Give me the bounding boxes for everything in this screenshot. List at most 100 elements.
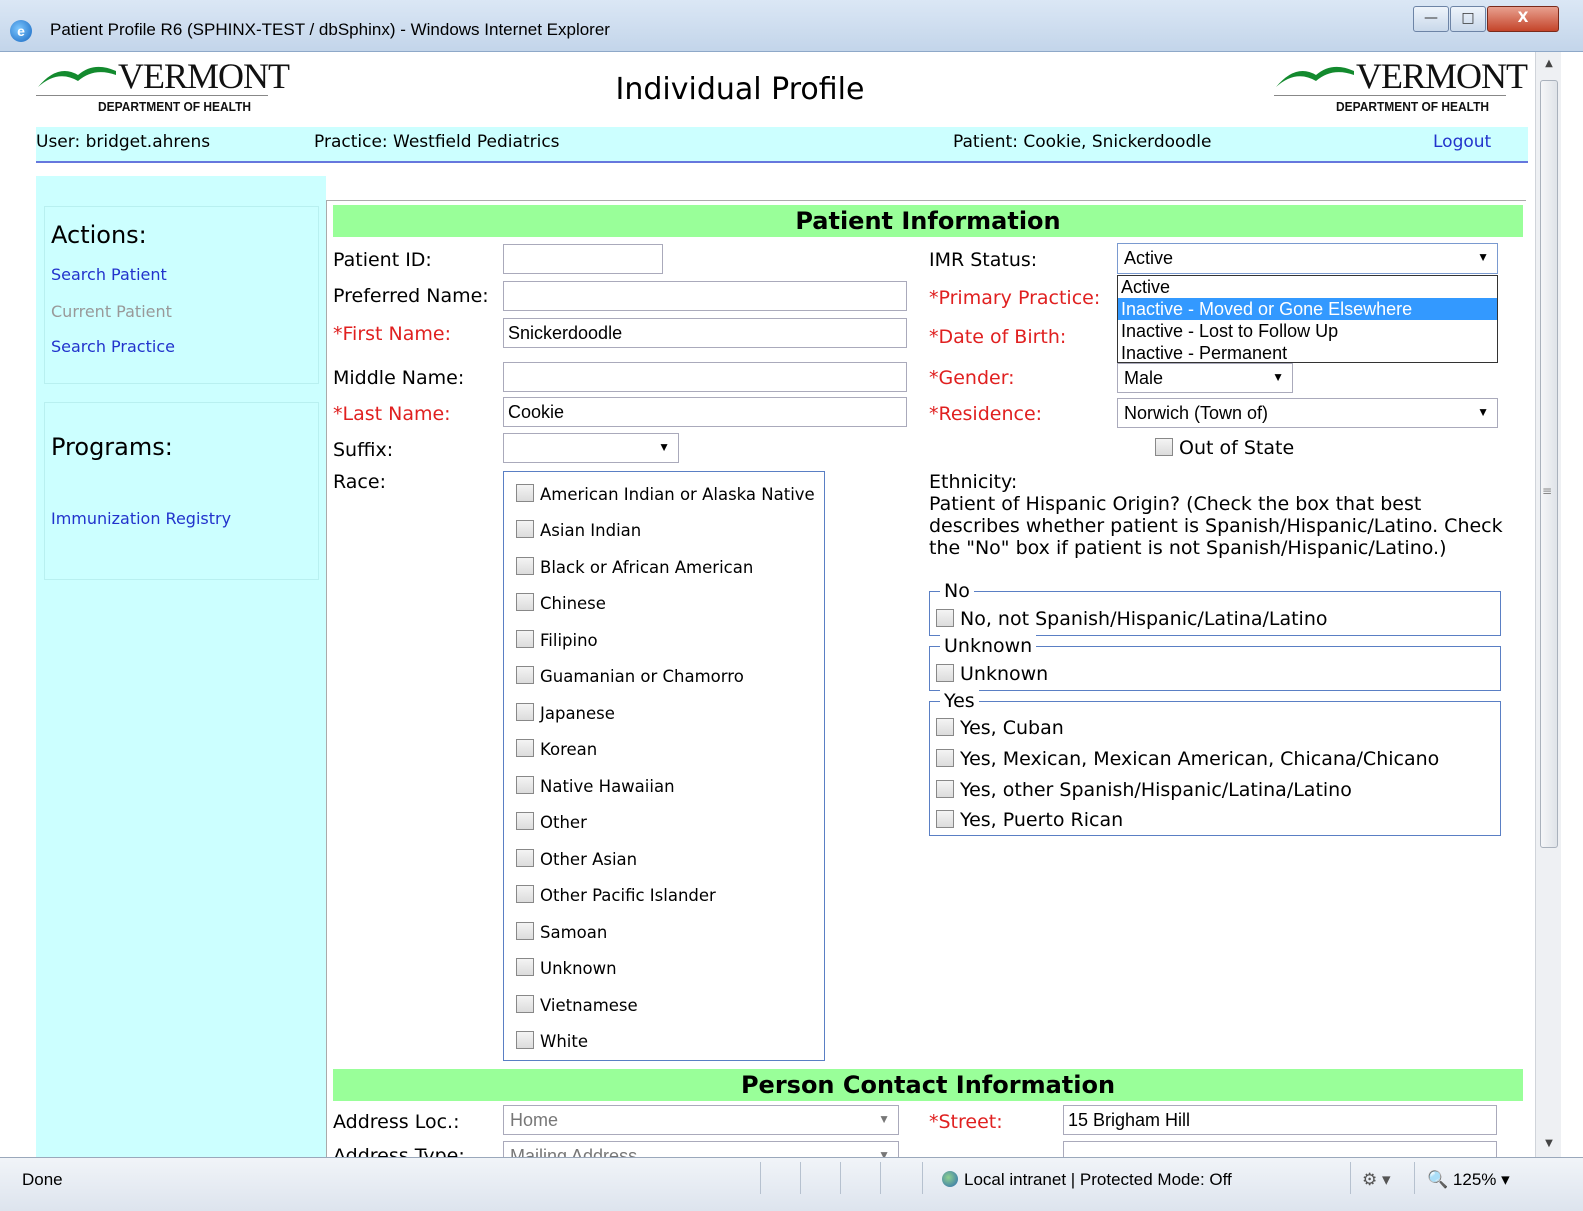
ethnicity-question: Patient of Hispanic Origin? (Check the b… <box>929 493 1503 559</box>
race-option[interactable]: Filipino <box>516 630 598 650</box>
ethnicity-label: Ethnicity: <box>929 471 1018 493</box>
vermont-swoosh-icon <box>38 66 116 87</box>
sidebar-link-search-patient[interactable]: Search Patient <box>51 265 167 284</box>
checkbox[interactable] <box>936 664 954 682</box>
race-option[interactable]: Other Pacific Islander <box>516 885 716 905</box>
race-option[interactable]: Chinese <box>516 593 606 613</box>
checkbox[interactable] <box>516 666 534 684</box>
checkbox[interactable] <box>936 780 954 798</box>
scroll-down-icon[interactable]: ▼ <box>1536 1138 1562 1149</box>
checkbox[interactable] <box>936 609 954 627</box>
preferred-name-input[interactable] <box>503 281 907 311</box>
checkbox[interactable] <box>516 995 534 1013</box>
residence-label: *Residence: <box>929 403 1043 425</box>
programs-heading: Programs: <box>51 433 173 461</box>
vermont-swoosh-icon <box>1276 66 1354 87</box>
middle-name-label: Middle Name: <box>333 367 465 389</box>
checkbox[interactable] <box>516 703 534 721</box>
window-title: Patient Profile R6 (SPHINX-TEST / dbSphi… <box>50 20 610 39</box>
race-option[interactable]: Japanese <box>516 703 615 723</box>
race-option[interactable]: Guamanian or Chamorro <box>516 666 744 686</box>
actions-heading: Actions: <box>51 221 147 249</box>
out-of-state-checkbox[interactable] <box>1155 438 1173 456</box>
last-name-label: *Last Name: <box>333 403 451 425</box>
middle-name-input[interactable] <box>503 362 907 392</box>
sidebar-link-search-practice[interactable]: Search Practice <box>51 337 175 356</box>
checkbox[interactable] <box>516 520 534 538</box>
suffix-select[interactable]: ▼ <box>503 433 679 463</box>
scrollbar-thumb[interactable] <box>1540 80 1558 848</box>
imr-option-moved[interactable]: Inactive - Moved or Gone Elsewhere <box>1118 298 1497 320</box>
maximize-button[interactable]: □ <box>1450 6 1486 32</box>
ethnicity-option[interactable]: No, not Spanish/Hispanic/Latina/Latino <box>936 608 1328 630</box>
imr-option-active[interactable]: Active <box>1118 276 1497 298</box>
race-option[interactable]: Black or African American <box>516 557 753 577</box>
chevron-down-icon: ▼ <box>1477 405 1489 419</box>
checkbox[interactable] <box>936 749 954 767</box>
ethnicity-option[interactable]: Unknown <box>936 663 1048 685</box>
imr-option-lost[interactable]: Inactive - Lost to Follow Up <box>1118 320 1497 342</box>
street-input[interactable]: 15 Brigham Hill <box>1063 1105 1497 1135</box>
residence-select[interactable]: Norwich (Town of) ▼ <box>1117 398 1498 428</box>
suffix-label: Suffix: <box>333 439 394 461</box>
minimize-button[interactable]: — <box>1413 6 1449 32</box>
race-option[interactable]: White <box>516 1031 588 1051</box>
checkbox[interactable] <box>516 812 534 830</box>
ethnicity-option[interactable]: Yes, Puerto Rican <box>936 809 1123 831</box>
ethnicity-option[interactable]: Yes, Mexican, Mexican American, Chicana/… <box>936 748 1439 770</box>
imr-option-permanent[interactable]: Inactive - Permanent <box>1118 342 1497 364</box>
protected-mode-icon[interactable]: ⚙ ▾ <box>1362 1170 1391 1190</box>
out-of-state-option[interactable]: Out of State <box>1155 437 1294 459</box>
first-name-input[interactable]: Snickerdoodle <box>503 318 907 348</box>
zoom-level[interactable]: 🔍 125% ▾ <box>1427 1170 1510 1190</box>
security-zone[interactable]: Local intranet | Protected Mode: Off <box>942 1170 1232 1190</box>
chevron-down-icon: ▼ <box>658 440 670 454</box>
patient-id-label: Patient ID: <box>333 249 432 271</box>
checkbox[interactable] <box>516 557 534 575</box>
checkbox[interactable] <box>516 922 534 940</box>
checkbox[interactable] <box>936 810 954 828</box>
window-titlebar: e Patient Profile R6 (SPHINX-TEST / dbSp… <box>0 0 1583 52</box>
checkbox[interactable] <box>936 718 954 736</box>
checkbox[interactable] <box>516 593 534 611</box>
last-name-input[interactable]: Cookie <box>503 397 907 427</box>
logout-link[interactable]: Logout <box>1433 132 1491 152</box>
race-option[interactable]: Unknown <box>516 958 617 978</box>
vertical-scrollbar[interactable]: ▲ ≡ ▼ <box>1535 52 1561 1157</box>
checkbox[interactable] <box>516 739 534 757</box>
race-option[interactable]: Korean <box>516 739 597 759</box>
logo-state-text: VERMONT <box>1356 56 1528 96</box>
race-option[interactable]: Vietnamese <box>516 995 638 1015</box>
scroll-up-icon[interactable]: ▲ <box>1536 58 1562 69</box>
close-button[interactable]: X <box>1487 6 1559 32</box>
street-label: *Street: <box>929 1111 1003 1133</box>
chevron-down-icon: ▼ <box>1272 370 1284 384</box>
checkbox[interactable] <box>516 484 534 502</box>
imr-status-select[interactable]: Active ▼ <box>1117 243 1498 274</box>
imr-status-dropdown-list: Active Inactive - Moved or Gone Elsewher… <box>1117 275 1498 363</box>
ethnicity-option[interactable]: Yes, Cuban <box>936 717 1064 739</box>
primary-practice-label: *Primary Practice: <box>929 287 1101 309</box>
race-option[interactable]: Asian Indian <box>516 520 641 540</box>
sidebar: Actions: Search Patient Current Patient … <box>36 176 326 1157</box>
ethnicity-option[interactable]: Yes, other Spanish/Hispanic/Latina/Latin… <box>936 779 1352 801</box>
gender-select[interactable]: Male ▼ <box>1117 363 1293 393</box>
logo-dept-text: DEPARTMENT OF HEALTH <box>98 99 252 114</box>
logo-state-text: VERMONT <box>118 56 290 96</box>
race-option[interactable]: Native Hawaiian <box>516 776 675 796</box>
checkbox[interactable] <box>516 1031 534 1049</box>
chevron-down-icon: ▼ <box>878 1112 890 1126</box>
ethnicity-group-unknown: Unknown Unknown <box>929 635 1501 691</box>
sidebar-link-immunization-registry[interactable]: Immunization Registry <box>51 509 231 528</box>
race-option[interactable]: Other <box>516 812 587 832</box>
checkbox[interactable] <box>516 849 534 867</box>
checkbox[interactable] <box>516 776 534 794</box>
patient-id-input[interactable] <box>503 244 663 274</box>
checkbox[interactable] <box>516 958 534 976</box>
checkbox[interactable] <box>516 885 534 903</box>
race-option[interactable]: Other Asian <box>516 849 637 869</box>
race-option[interactable]: American Indian or Alaska Native <box>516 484 815 504</box>
address-loc-select[interactable]: Home ▼ <box>503 1105 899 1135</box>
checkbox[interactable] <box>516 630 534 648</box>
race-option[interactable]: Samoan <box>516 922 607 942</box>
